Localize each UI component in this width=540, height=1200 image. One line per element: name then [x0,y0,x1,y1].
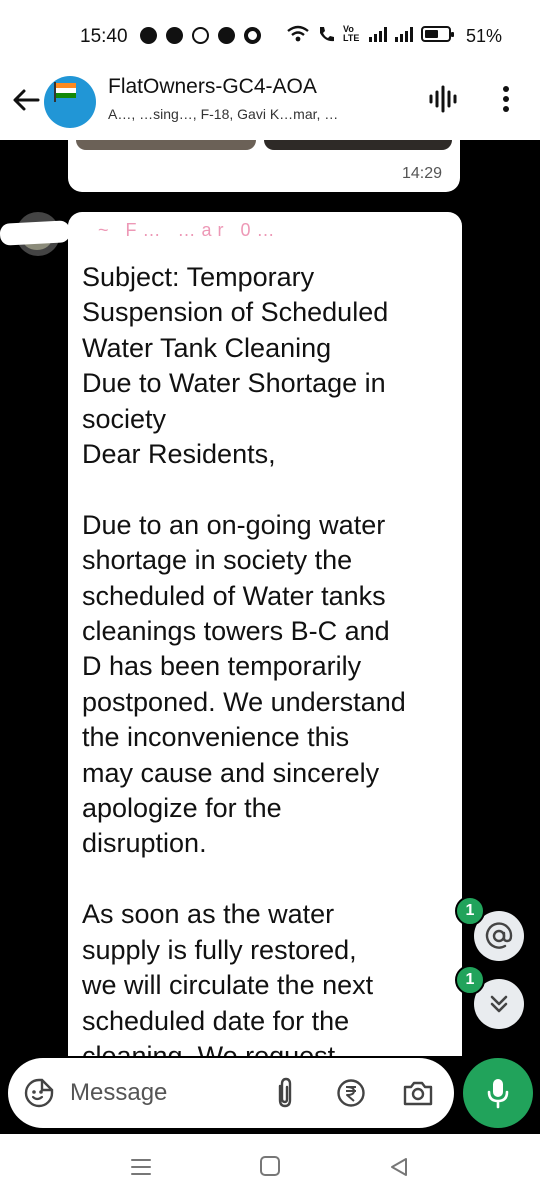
signal-2-icon [395,26,413,42]
chat-header: FlatOwners-GC4-AOA A…, …sing…, F-18, Gav… [0,70,540,140]
arrow-left-icon[interactable] [10,84,42,116]
previous-image-2[interactable] [264,140,452,150]
message-line: disruption. [82,828,207,859]
status-time: 15:40 [80,26,128,47]
sender-name[interactable]: ~ F… …ar 0… [98,220,281,241]
message-line: the inconvenience this [82,722,350,753]
status-bar: 15:40 Vo LTE 51% [0,0,540,70]
more-vert-icon[interactable] [494,84,518,114]
chat-area[interactable]: 14:29 ~ F… …ar 0… Subject: Temporary Susp… [0,140,540,1056]
message-line: postponed. We understand [82,686,406,717]
message-input-box[interactable] [8,1058,454,1128]
message-line: society [82,403,167,434]
battery-icon [421,26,454,42]
previous-image-1[interactable] [76,140,256,150]
paperclip-icon[interactable] [272,1076,298,1110]
previous-message-bubble[interactable]: 14:29 [68,140,460,192]
signal-1-icon [369,26,387,42]
message-line: shortage in society the [82,545,353,576]
mic-button[interactable] [463,1058,533,1128]
group-members[interactable]: A…, …sing…, F-18, Gavi K…mar, … [108,106,408,122]
wifi-icon [287,25,309,42]
message-line [82,862,454,897]
message-line: cleanings towers B-C and [82,616,390,647]
mention-badge: 1 [455,896,485,926]
message-line: Dear Residents, [82,439,276,470]
system-nav-bar [0,1134,540,1200]
message-line: Suspension of Scheduled [82,297,389,328]
scroll-badge: 1 [455,965,485,995]
message-line: we will circulate the next [82,970,374,1001]
ring-notification-icon [244,27,261,44]
message-line: scheduled of Water tanks [82,580,386,611]
message-line: apologize for the [82,793,282,824]
battery-percent: 51% [466,26,503,46]
double-chevron-down-icon [490,995,508,1013]
message-line: Due to Water Shortage in [82,368,386,399]
message-line: cleaning. We request [82,1040,336,1056]
message-line: As soon as the water [82,899,335,930]
system-icons: Vo LTE [287,24,454,43]
at-icon [485,922,513,949]
group-avatar[interactable] [44,76,96,128]
whatsapp-notification-icon [166,27,183,44]
message-line [82,472,454,507]
message-line: Water Tank Cleaning [82,332,332,363]
group-name[interactable]: FlatOwners-GC4-AOA [108,75,317,99]
app-notification-icon [218,27,235,44]
notification-icons [140,27,261,44]
voice-chat-icon[interactable] [425,84,461,114]
message-line: may cause and sincerely [82,757,380,788]
redaction-scribble [0,220,71,246]
message-line: Subject: Temporary [82,262,315,292]
message-input[interactable] [70,1079,260,1107]
message-line: Due to an on-going water [82,509,386,540]
message-line: supply is fully restored, [82,934,357,965]
message-line: D has been temporarily [82,651,362,682]
previous-message-time: 14:29 [401,165,442,182]
volte-label: Vo LTE [343,24,360,43]
recent-apps-icon[interactable] [130,1156,152,1178]
mail-notification-icon [192,27,209,44]
home-icon[interactable] [260,1156,280,1176]
composer [0,1056,540,1134]
flag-icon [54,82,76,102]
back-triangle-icon[interactable] [388,1156,410,1178]
message-text: Subject: Temporary Suspension of Schedule… [82,260,454,1056]
message-bubble[interactable]: ~ F… …ar 0… Subject: Temporary Suspension… [68,212,462,1056]
chat-notification-icon [140,27,157,44]
rupee-icon[interactable] [336,1078,366,1108]
message-line: scheduled date for the [82,1005,350,1036]
camera-icon[interactable] [402,1078,434,1108]
call-icon [320,27,334,42]
sticker-icon[interactable] [24,1078,54,1108]
mic-icon [487,1079,509,1109]
